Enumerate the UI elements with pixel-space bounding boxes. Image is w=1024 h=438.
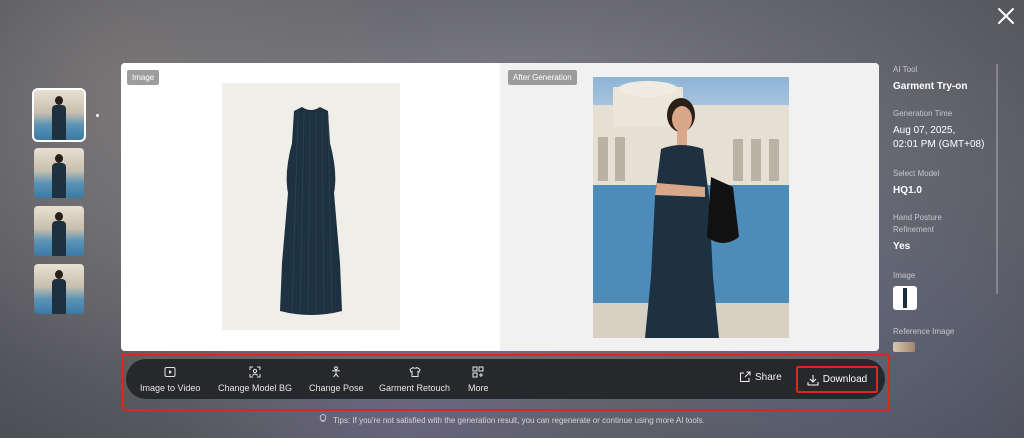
download-button[interactable]: Download: [796, 366, 878, 393]
generated-model-image: [593, 77, 789, 338]
more-tools-label: More: [468, 383, 489, 393]
change-model-bg-button[interactable]: Change Model BG: [218, 364, 292, 393]
tips-text-row: Tips: If you're not satisfied with the g…: [0, 414, 1024, 425]
source-image-thumbnail[interactable]: [893, 286, 917, 310]
image-to-video-button[interactable]: Image to Video: [140, 364, 200, 393]
action-toolbar: Image to Video Change Model BG Change Po…: [126, 359, 885, 399]
reference-image-label: Reference Image: [893, 327, 955, 336]
select-model-label: Select Model: [893, 169, 940, 178]
retouch-icon: [408, 366, 421, 377]
hand-posture-value: Yes: [893, 241, 911, 252]
download-icon: [807, 374, 819, 385]
video-icon: [164, 367, 176, 377]
change-pose-label: Change Pose: [309, 383, 364, 393]
reference-image-thumbnails: [893, 342, 954, 352]
result-thumbnail-list: [32, 88, 86, 322]
share-button[interactable]: Share: [739, 371, 782, 383]
generated-image-pane: After Generation: [500, 63, 879, 351]
background-icon: [249, 366, 261, 378]
garment-retouch-button[interactable]: Garment Retouch: [379, 364, 450, 393]
tips-text: Tips: If you're not satisfied with the g…: [333, 416, 705, 425]
hand-posture-label-cont: Refinement: [893, 225, 934, 234]
pose-icon: [332, 366, 341, 378]
original-image-pane: Image: [121, 63, 500, 351]
generation-time-clock: 02:01 PM (GMT+08): [893, 139, 985, 150]
original-image-tag: Image: [127, 70, 160, 85]
close-button[interactable]: [996, 6, 1016, 26]
share-icon: [740, 371, 751, 382]
select-model-value: HQ1.0: [893, 185, 922, 196]
generation-time-date: Aug 07, 2025,: [893, 125, 956, 136]
close-icon: [998, 8, 1014, 24]
change-model-bg-label: Change Model BG: [218, 383, 293, 393]
more-grid-icon: [472, 366, 484, 378]
result-thumbnail[interactable]: [34, 206, 84, 256]
ai-tool-value: Garment Try-on: [893, 81, 968, 92]
share-label: Share: [755, 371, 782, 383]
generation-time-label: Generation Time: [893, 109, 953, 118]
download-label: Download: [822, 374, 868, 385]
result-thumbnail[interactable]: [34, 148, 84, 198]
active-indicator-dot: [96, 114, 99, 117]
image-to-video-label: Image to Video: [140, 383, 201, 393]
after-generation-tag: After Generation: [508, 70, 577, 85]
info-panel-scrollbar[interactable]: [996, 64, 998, 294]
result-thumbnail[interactable]: [34, 264, 84, 314]
hand-posture-label: Hand Posture: [893, 213, 942, 222]
lightbulb-icon: [319, 414, 327, 425]
garment-retouch-label: Garment Retouch: [379, 383, 451, 393]
image-label: Image: [893, 271, 916, 280]
more-tools-button[interactable]: More: [468, 364, 489, 393]
result-thumbnail[interactable]: [32, 88, 86, 142]
comparison-card: Image After Generation: [121, 63, 879, 351]
reference-image-thumbnail[interactable]: [893, 342, 915, 352]
garment-image: [222, 83, 400, 330]
ai-tool-label: AI Tool: [893, 65, 918, 74]
change-pose-button[interactable]: Change Pose: [309, 364, 364, 393]
